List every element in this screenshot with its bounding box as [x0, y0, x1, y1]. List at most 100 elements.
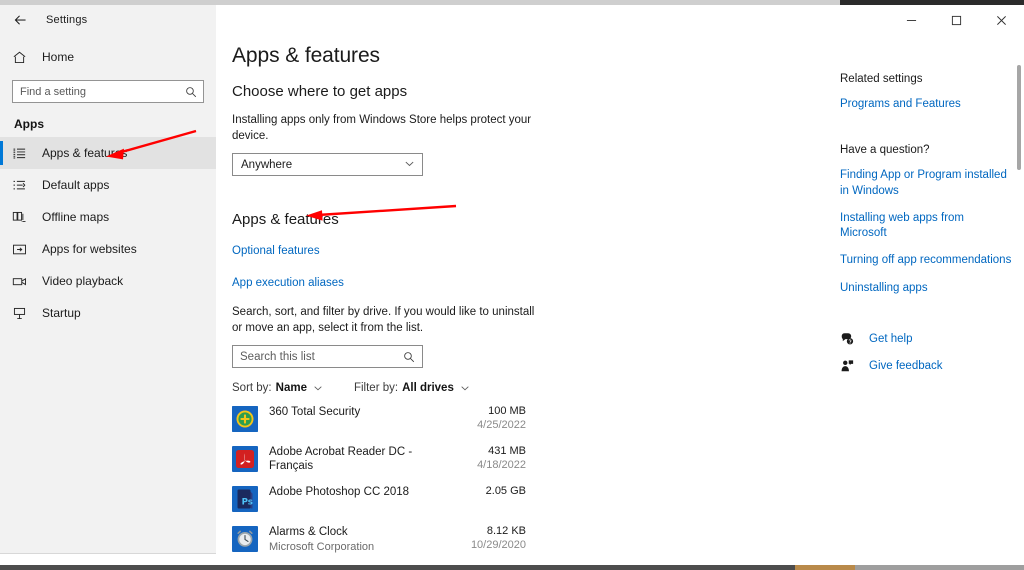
chevron-down-icon — [404, 158, 415, 172]
sidebar-item-video-playback[interactable]: Video playback — [0, 265, 216, 297]
table-row[interactable]: Adobe Acrobat Reader DC - Français 431 M… — [216, 444, 526, 484]
app-name: Adobe Acrobat Reader DC - Français — [269, 446, 413, 473]
app-name: 360 Total Security — [269, 406, 361, 419]
filter-by-value: All drives — [402, 382, 454, 395]
sidebar-item-label: Apps for websites — [42, 242, 137, 256]
sidebar-item-label: Video playback — [42, 274, 124, 288]
offline-maps-icon — [12, 207, 34, 227]
app-source-dropdown[interactable]: Anywhere — [232, 153, 423, 177]
app-info: Adobe Photoshop CC 2018 — [269, 484, 448, 500]
sidebar-item-label: Startup — [42, 306, 81, 320]
sidebar-item-startup[interactable]: Startup — [0, 297, 216, 329]
optional-features-link[interactable]: Optional features — [232, 245, 320, 257]
get-help-row[interactable]: Get help — [840, 332, 1012, 346]
app-meta: 2.05 GB — [448, 484, 526, 499]
list-features-icon — [12, 143, 34, 163]
app-date: 10/29/2020 — [470, 539, 526, 552]
app-title: Settings — [46, 14, 88, 26]
sidebar-item-label: Offline maps — [42, 210, 110, 224]
vertical-scrollbar-thumb[interactable] — [1017, 65, 1021, 170]
sidebar-item-label: Default apps — [42, 178, 110, 192]
search-this-list-box[interactable] — [232, 345, 423, 369]
app-alarms-clock-icon — [232, 526, 258, 553]
app-photoshop-icon: Ps — [232, 486, 258, 513]
back-button[interactable] — [0, 5, 40, 35]
list-filters: Sort by: Name Filter by: All drives — [232, 382, 1024, 394]
taskbar-strip-accent — [795, 565, 855, 570]
installed-apps-list: 360 Total Security 100 MB 4/25/2022 Adob… — [216, 404, 1024, 570]
sort-by-control[interactable]: Sort by: Name — [232, 382, 323, 394]
filter-by-control[interactable]: Filter by: All drives — [354, 382, 470, 394]
app-publisher: Microsoft Corporation — [269, 541, 375, 554]
help-link-finding-app[interactable]: Finding App or Program installed in Wind… — [840, 168, 1012, 199]
default-apps-icon — [12, 175, 34, 195]
related-settings-heading: Related settings — [840, 73, 923, 85]
app-meta: 431 MB 4/18/2022 — [448, 444, 526, 471]
sidebar-item-home[interactable]: Home — [0, 42, 216, 72]
sidebar-item-label: Apps & features — [42, 146, 128, 160]
sort-by-label: Sort by: — [232, 382, 272, 395]
sidebar-item-default-apps[interactable]: Default apps — [0, 169, 216, 201]
startup-icon — [12, 303, 34, 323]
app-info: Alarms & Clock Microsoft Corporation — [269, 524, 448, 555]
get-help-icon — [840, 332, 860, 346]
search-icon — [403, 350, 415, 368]
window-controls — [889, 5, 1024, 35]
give-feedback-icon — [840, 359, 860, 373]
list-search-input[interactable] — [233, 346, 422, 368]
sidebar-item-home-label: Home — [42, 50, 75, 64]
minimize-button[interactable] — [889, 5, 934, 35]
get-help-label: Get help — [869, 332, 913, 345]
settings-window: Settings Home Find a setting Apps Apps &… — [0, 0, 1024, 570]
support-section: Get help Give feedback — [840, 332, 1012, 373]
app-acrobat-reader-icon — [232, 446, 258, 473]
vertical-scrollbar[interactable] — [1017, 40, 1021, 570]
table-row[interactable]: Ps Adobe Photoshop CC 2018 2.05 GB — [216, 484, 526, 524]
app-date: 4/25/2022 — [477, 419, 526, 432]
close-button[interactable] — [979, 5, 1024, 35]
title-bar: Settings — [0, 5, 1024, 35]
home-icon — [12, 47, 34, 67]
list-description: Search, sort, and filter by drive. If yo… — [232, 306, 535, 334]
app-size: 100 MB — [488, 405, 526, 418]
give-feedback-label: Give feedback — [869, 359, 943, 372]
help-link-turning-off-recommendations[interactable]: Turning off app recommendations — [840, 253, 1012, 268]
choose-source-description: Installing apps only from Windows Store … — [232, 114, 532, 142]
search-icon — [185, 85, 197, 103]
app-name: Adobe Photoshop CC 2018 — [269, 486, 410, 499]
taskbar-strip-dark — [0, 565, 795, 570]
find-a-setting-box[interactable] — [12, 80, 204, 103]
taskbar-strip-light — [855, 565, 1024, 570]
app-name: Alarms & Clock — [269, 526, 348, 539]
maximize-button[interactable] — [934, 5, 979, 35]
app-size: 2.05 GB — [485, 485, 526, 498]
app-360-total-security-icon — [232, 406, 258, 433]
app-meta: 8.12 KB 10/29/2020 — [448, 524, 526, 551]
give-feedback-row[interactable]: Give feedback — [840, 359, 1012, 373]
app-execution-aliases-link[interactable]: App execution aliases — [232, 277, 344, 289]
sidebar-item-apps-and-features[interactable]: Apps & features — [0, 137, 216, 169]
sidebar-item-apps-for-websites[interactable]: Apps for websites — [0, 233, 216, 265]
sidebar-item-offline-maps[interactable]: Offline maps — [0, 201, 216, 233]
help-link-uninstalling-apps[interactable]: Uninstalling apps — [840, 281, 1012, 296]
title-bar-left: Settings — [0, 5, 216, 35]
sidebar: Home Apps — [0, 35, 216, 554]
sidebar-search-wrap — [0, 72, 216, 103]
table-row[interactable]: Alarms & Clock Microsoft Corporation 8.1… — [216, 524, 526, 564]
sidebar-section-label: Apps — [14, 117, 44, 131]
app-info: 360 Total Security — [269, 404, 448, 420]
filter-by-label: Filter by: — [353, 382, 399, 395]
sidebar-nav-list: Apps & features Default apps Offline map… — [0, 137, 216, 329]
have-a-question-heading: Have a question? — [840, 144, 930, 157]
chevron-down-icon — [313, 383, 323, 393]
app-source-value: Anywhere — [241, 158, 293, 171]
svg-text:Ps: Ps — [242, 497, 253, 507]
search-input[interactable] — [13, 81, 203, 102]
table-row[interactable]: 360 Total Security 100 MB 4/25/2022 — [216, 404, 526, 444]
chevron-down-icon — [460, 383, 470, 393]
app-size: 8.12 KB — [486, 525, 526, 538]
help-link-installing-web-apps[interactable]: Installing web apps from Microsoft — [840, 211, 1012, 242]
related-link-programs-and-features[interactable]: Programs and Features — [840, 97, 1012, 112]
app-info: Adobe Acrobat Reader DC - Français — [269, 444, 448, 475]
video-playback-icon — [12, 271, 34, 291]
